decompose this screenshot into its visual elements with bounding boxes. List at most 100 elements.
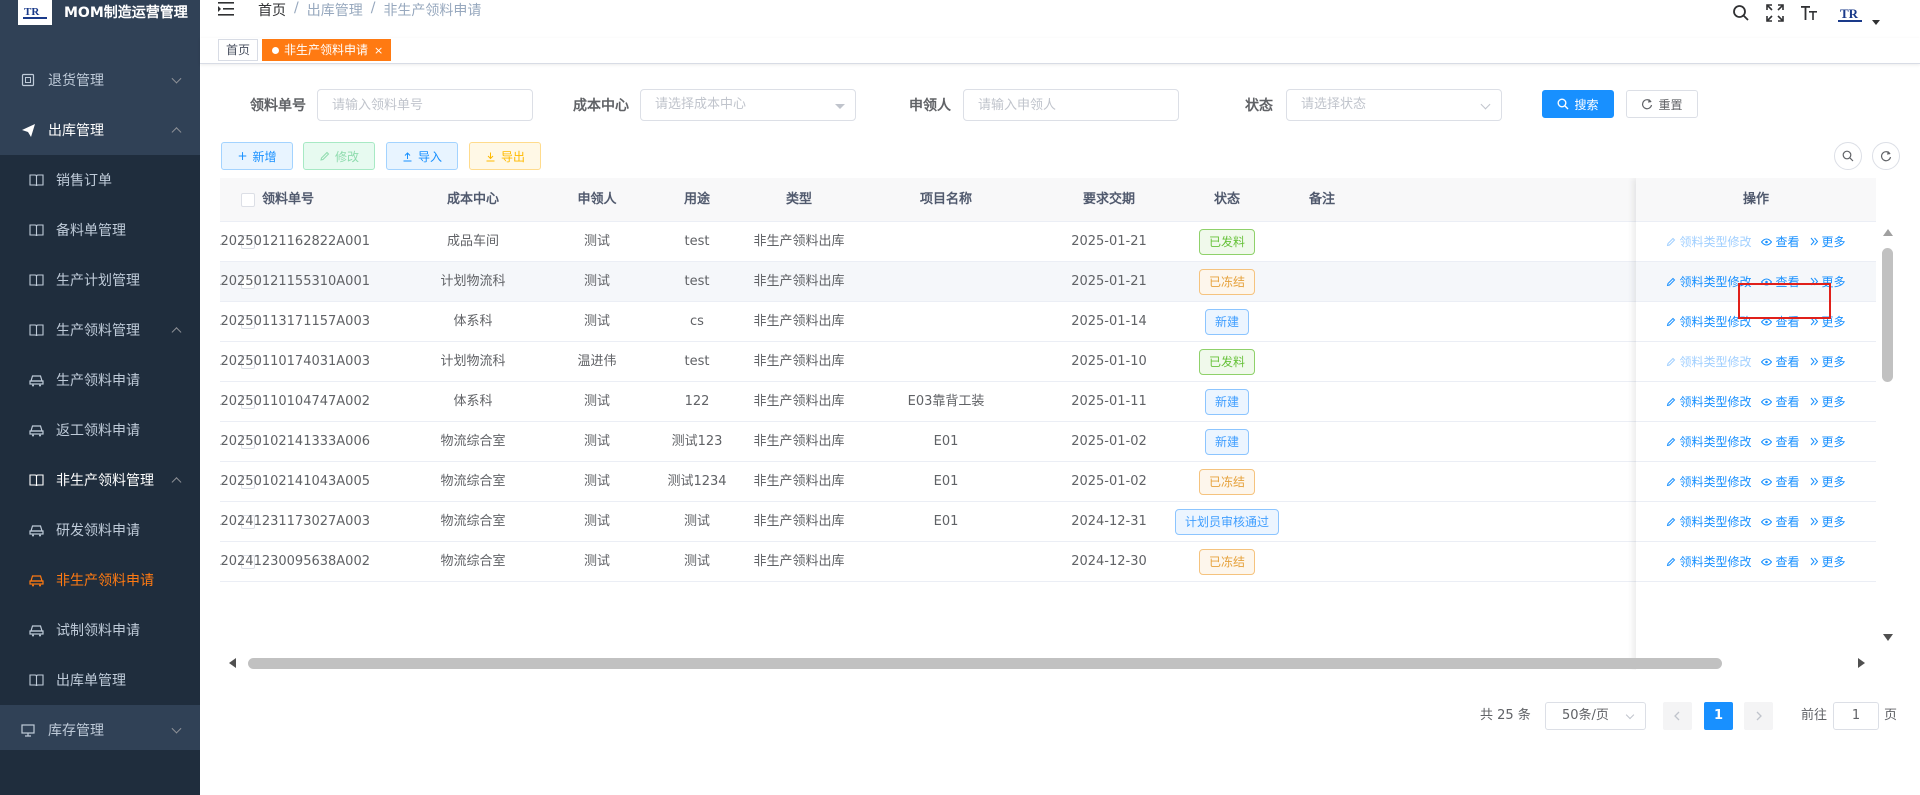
sidebar-item-3[interactable]: 备料单管理: [0, 205, 200, 255]
status-badge: 已发料: [1199, 229, 1256, 255]
edit-type-button[interactable]: 领料类型修改: [1666, 342, 1751, 381]
horizontal-scroll-thumb[interactable]: [248, 658, 1722, 669]
refresh-button[interactable]: [1872, 142, 1900, 170]
table-row[interactable]: LL20250113171157A003 体系科 测试 cs 非生产领料出库 2025-0…: [220, 302, 1876, 342]
more-button[interactable]: 更多: [1810, 462, 1846, 501]
cell-no: LL20250121155310A001: [220, 274, 370, 289]
search-icon: [1557, 98, 1569, 110]
hamburger-icon[interactable]: [218, 1, 236, 21]
import-button[interactable]: 导入: [386, 142, 458, 170]
edit-type-button[interactable]: 领料类型修改: [1666, 502, 1751, 541]
more-button[interactable]: 更多: [1810, 542, 1846, 581]
view-button[interactable]: 查看: [1761, 422, 1800, 461]
more-button[interactable]: 更多: [1810, 222, 1846, 261]
table-row[interactable]: LL20250102141043A005 物流综合室 测试 测试1234 非生产领料出库…: [220, 462, 1876, 502]
edit-button[interactable]: 修改: [303, 142, 375, 170]
edit-type-button[interactable]: 领料类型修改: [1666, 222, 1751, 261]
edit-type-button[interactable]: 领料类型修改: [1666, 462, 1751, 501]
cell-applicant: 测试: [583, 554, 610, 569]
order-no-input[interactable]: [317, 89, 533, 121]
status-badge: 已冻结: [1199, 469, 1256, 495]
sidebar-item-0[interactable]: 退货管理: [0, 55, 200, 105]
scroll-right-icon[interactable]: [1856, 655, 1868, 671]
search-icon[interactable]: [1732, 4, 1750, 26]
more-button[interactable]: 更多: [1810, 502, 1846, 541]
cell-date: 2025-01-14: [1071, 314, 1147, 329]
sidebar-item-6[interactable]: 生产领料申请: [0, 355, 200, 405]
table-row[interactable]: LL20241230095638A002 物流综合室 测试 测试 非生产领料出库 2024…: [220, 542, 1876, 582]
cost-center-select[interactable]: 请选择成本中心: [640, 89, 856, 121]
applicant-input[interactable]: [963, 89, 1179, 121]
table-row[interactable]: LL20250102141333A006 物流综合室 测试 测试123 非生产领料出库 E…: [220, 422, 1876, 462]
table-row[interactable]: LL20250121162822A001 成品车间 测试 test 非生产领料出库 202…: [220, 222, 1876, 262]
view-button[interactable]: 查看: [1761, 342, 1800, 381]
view-button[interactable]: 查看: [1761, 542, 1800, 581]
order-no-label: 领料单号: [250, 98, 306, 114]
page-size-select[interactable]: 50条/页: [1545, 702, 1646, 730]
close-icon[interactable]: ×: [374, 44, 383, 57]
view-button[interactable]: 查看: [1761, 382, 1800, 421]
cell-project: E01: [933, 434, 959, 449]
send-icon: [20, 122, 36, 138]
search-button[interactable]: 搜索: [1542, 90, 1614, 118]
tag-home[interactable]: 首页: [218, 39, 259, 61]
sidebar-item-9[interactable]: 研发领料申请: [0, 505, 200, 555]
table-row[interactable]: LL20250121155310A001 计划物流科 测试 test 非生产领料出库 20…: [220, 262, 1876, 302]
sidebar-item-10[interactable]: 非生产领料申请: [0, 555, 200, 605]
vertical-scroll-thumb[interactable]: [1882, 248, 1893, 382]
view-label: 查看: [1775, 474, 1800, 489]
cell-usage: cs: [690, 314, 704, 329]
eye-icon: [1761, 238, 1773, 245]
more-button[interactable]: 更多: [1810, 422, 1846, 461]
sidebar-item-5[interactable]: 生产领料管理: [0, 305, 200, 355]
scroll-up-icon[interactable]: [1880, 226, 1896, 238]
table-row[interactable]: LL20250110104747A002 体系科 测试 122 非生产领料出库 E03靠背…: [220, 382, 1876, 422]
fullscreen-icon[interactable]: [1766, 3, 1784, 26]
cell-no: LL20250113171157A003: [220, 314, 370, 329]
view-button[interactable]: 查看: [1761, 222, 1800, 261]
status-badge: 新建: [1205, 389, 1250, 415]
goto-page-input[interactable]: 1: [1833, 702, 1879, 730]
scroll-down-icon[interactable]: [1880, 632, 1896, 644]
goto-prefix: 前往: [1801, 708, 1828, 723]
tag-non-production-requisition[interactable]: 非生产领料申请 ×: [262, 39, 392, 61]
prev-page-button[interactable]: [1663, 702, 1692, 730]
sidebar-item-12[interactable]: 出库单管理: [0, 655, 200, 705]
more-label: 更多: [1821, 434, 1846, 449]
horizontal-scrollbar[interactable]: [222, 655, 1874, 671]
pencil-icon: [1667, 477, 1676, 486]
view-button[interactable]: 查看: [1761, 502, 1800, 541]
table-row[interactable]: LL20241231173027A003 物流综合室 测试 测试 非生产领料出库 E01 2…: [220, 502, 1876, 542]
sidebar-item-11[interactable]: 试制领料申请: [0, 605, 200, 655]
sidebar-item-4[interactable]: 生产计划管理: [0, 255, 200, 305]
edit-type-button[interactable]: 领料类型修改: [1666, 542, 1751, 581]
more-button[interactable]: 更多: [1810, 382, 1846, 421]
add-button[interactable]: + 新增: [221, 142, 293, 170]
cell-applicant: 测试: [583, 434, 610, 449]
reset-button[interactable]: 重置: [1626, 90, 1698, 118]
table-row[interactable]: LL20250110174031A003 计划物流科 温进伟 test 非生产领料出库 2…: [220, 342, 1876, 382]
book-icon: [28, 472, 44, 488]
sidebar-item-2[interactable]: 销售订单: [0, 155, 200, 205]
sidebar-item-7[interactable]: 返工领料申请: [0, 405, 200, 455]
avatar[interactable]: TR: [1834, 6, 1868, 24]
status-select[interactable]: 请选择状态: [1286, 89, 1502, 121]
edit-type-button[interactable]: 领料类型修改: [1666, 382, 1751, 421]
toggle-search-button[interactable]: [1834, 142, 1862, 170]
sidebar-item-1[interactable]: 出库管理: [0, 105, 200, 155]
cell-project: [866, 302, 1026, 342]
scroll-left-icon[interactable]: [226, 655, 238, 671]
vertical-scrollbar[interactable]: [1880, 222, 1896, 652]
next-page-button[interactable]: [1744, 702, 1773, 730]
page-number-current[interactable]: 1: [1704, 702, 1733, 730]
export-button[interactable]: 导出: [469, 142, 541, 170]
breadcrumb-home[interactable]: 首页: [258, 0, 286, 20]
edit-type-button[interactable]: 领料类型修改: [1666, 422, 1751, 461]
sidebar-item-8[interactable]: 非生产领料管理: [0, 455, 200, 505]
view-button[interactable]: 查看: [1761, 462, 1800, 501]
more-button[interactable]: 更多: [1810, 342, 1846, 381]
sidebar-item-13[interactable]: 库存管理: [0, 705, 200, 755]
font-size-icon[interactable]: [1800, 4, 1818, 26]
sidebar-item-label: 试制领料申请: [56, 623, 140, 639]
caret-down-icon[interactable]: [1872, 14, 1880, 29]
